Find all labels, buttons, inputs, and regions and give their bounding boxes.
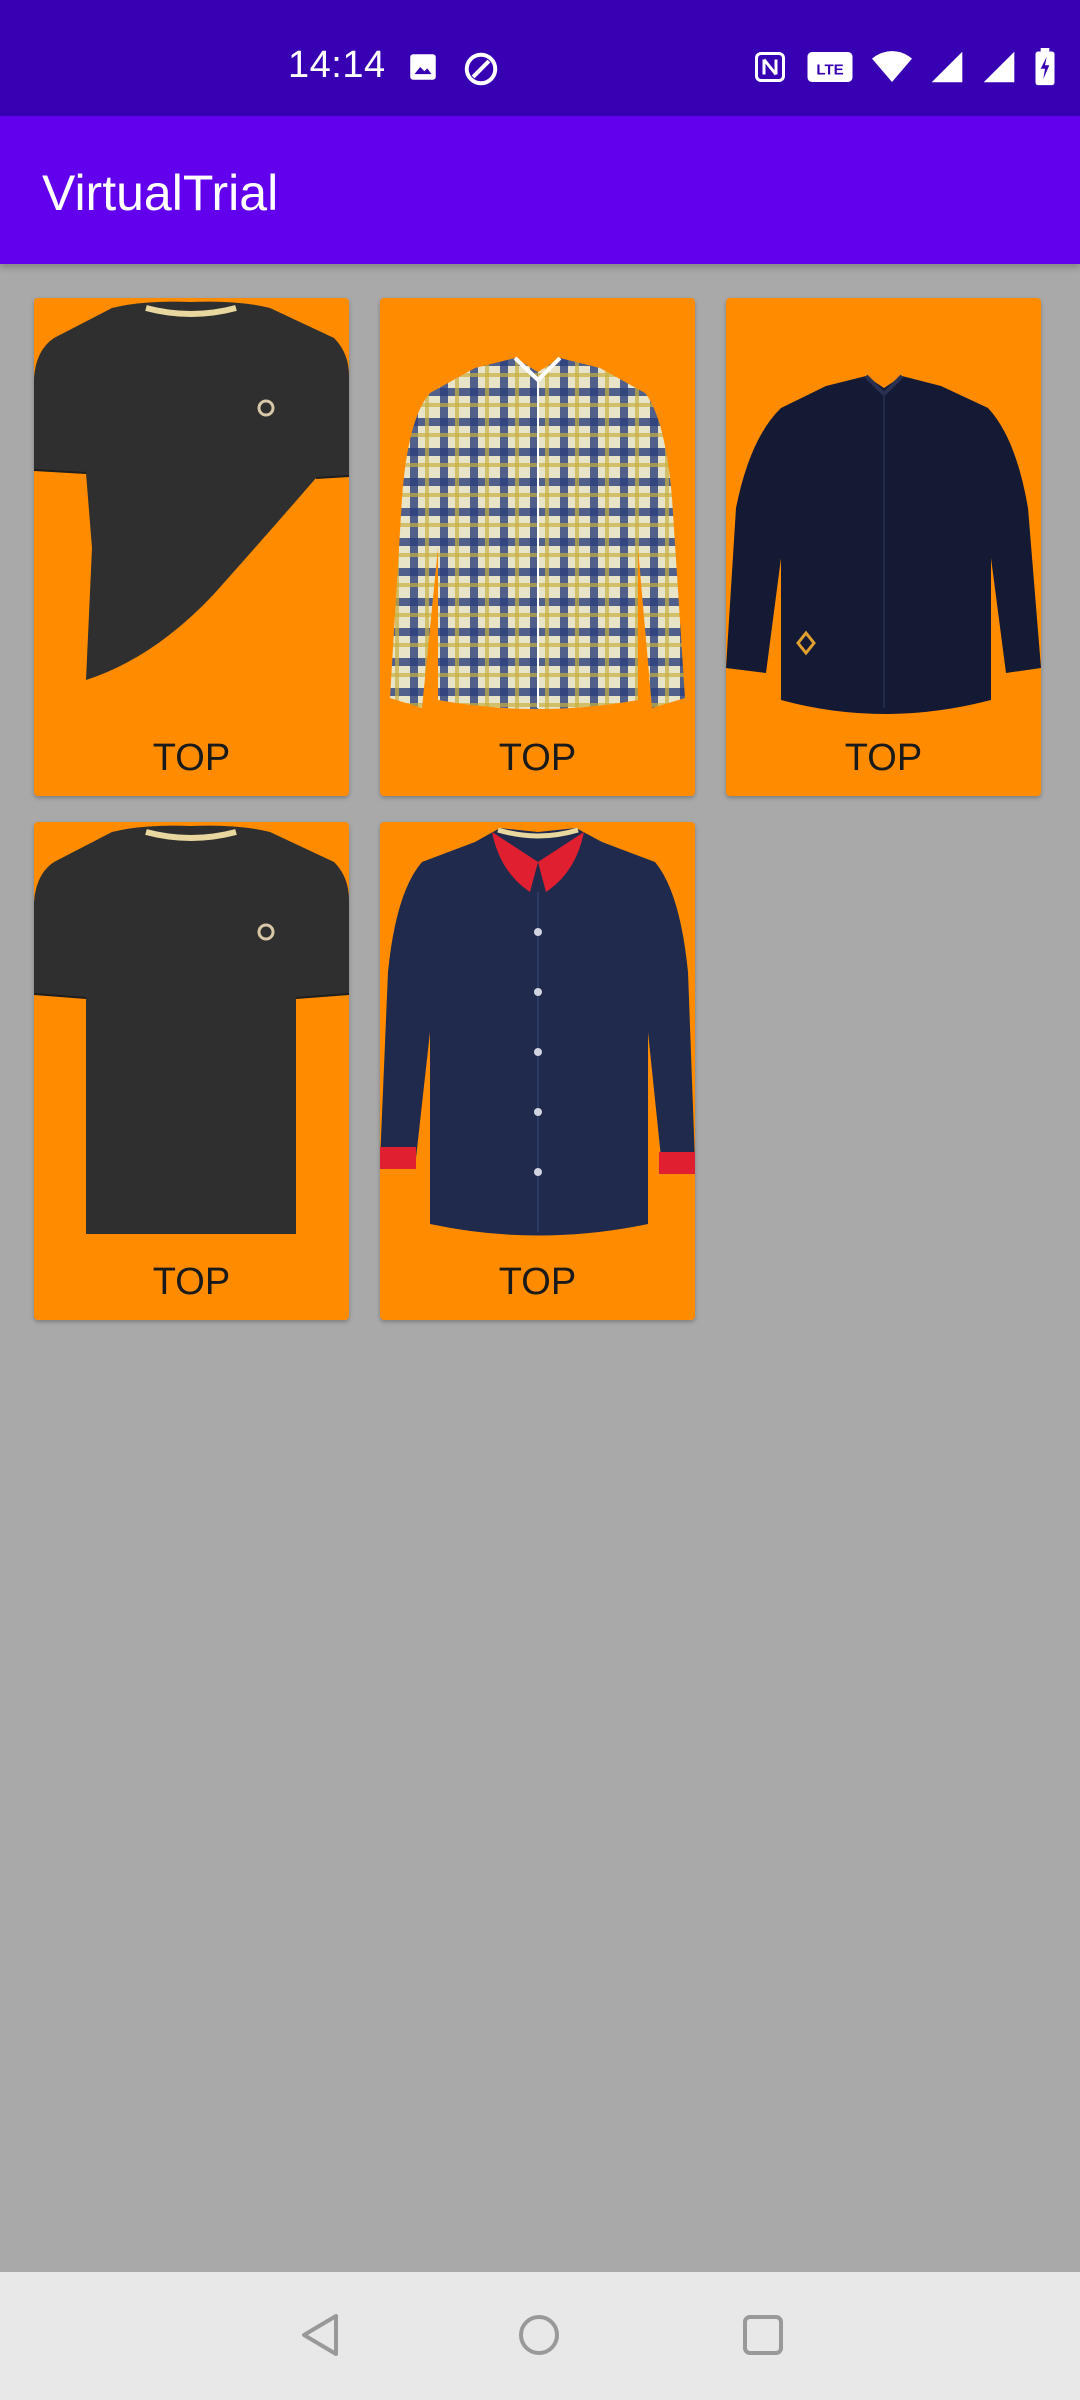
home-icon[interactable] [514, 2310, 564, 2365]
image-icon [406, 50, 440, 93]
plaid-shirt-icon [390, 356, 685, 709]
product-card[interactable]: TOP [726, 298, 1041, 796]
product-label: TOP [152, 737, 231, 779]
product-card[interactable]: TOP [380, 298, 695, 796]
nfc-icon [752, 49, 788, 90]
product-label: TOP [844, 737, 923, 779]
black-tshirt-icon [34, 301, 349, 680]
app-bar: VirtualTrial [0, 116, 1080, 264]
product-card[interactable]: TOP [34, 822, 349, 1320]
status-time: 14:14 [288, 44, 386, 86]
navigation-bar [0, 2272, 1080, 2400]
volte-icon: LTE [806, 49, 854, 90]
recents-icon[interactable] [738, 2310, 788, 2365]
signal-icon [982, 50, 1016, 89]
product-card[interactable]: TOP [34, 298, 349, 796]
svg-text:LTE: LTE [816, 62, 843, 79]
black-tshirt-icon [34, 825, 349, 1234]
battery-charging-icon [1034, 48, 1056, 91]
product-label: TOP [498, 737, 577, 779]
product-label: TOP [498, 1261, 577, 1303]
product-label: TOP [152, 1261, 231, 1303]
navy-shirt-icon [726, 374, 1041, 714]
wifi-icon [872, 50, 912, 89]
back-icon[interactable] [296, 2310, 344, 2365]
product-card[interactable]: TOP [380, 822, 695, 1320]
signal-icon [930, 50, 964, 89]
navy-red-collar-shirt-icon [380, 827, 695, 1236]
app-title: VirtualTrial [42, 165, 279, 221]
data-saver-icon [462, 50, 500, 93]
status-bar: 14:14 LTE [0, 0, 1080, 116]
